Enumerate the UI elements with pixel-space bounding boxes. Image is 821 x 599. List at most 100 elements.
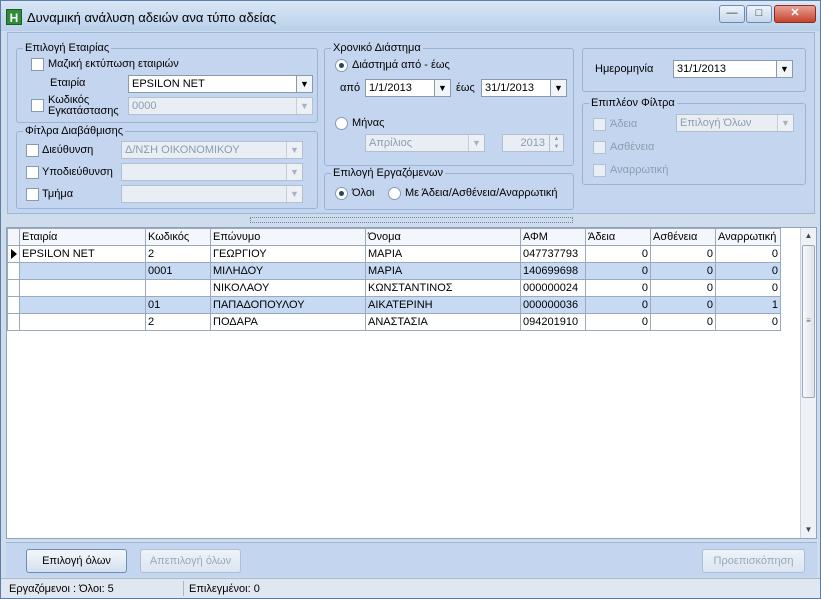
table-row[interactable]: EPSILON NET 2 ΓΕΩΡΓΙΟΥ ΜΑΡΙΑ 047737793 0 0 0 xyxy=(7,245,781,263)
table-cell[interactable]: 0 xyxy=(650,313,716,331)
company-select[interactable]: EPSILON NET ▼ xyxy=(128,75,313,93)
subdirection-select[interactable]: ▼ xyxy=(121,163,303,181)
table-cell[interactable] xyxy=(19,279,146,297)
table-cell[interactable]: ΑΙΚΑΤΕΡΙΝΗ xyxy=(365,296,521,314)
to-date-picker[interactable]: 31/1/2013 ▼ xyxy=(481,79,567,97)
table-cell[interactable]: 140699698 xyxy=(520,262,586,280)
row-indicator[interactable] xyxy=(7,313,20,331)
sick-leave-label: Αναρρωτική xyxy=(610,164,669,176)
table-cell[interactable]: ΝΙΚΟΛΑΟΥ xyxy=(210,279,366,297)
with-leave-radio[interactable] xyxy=(388,187,401,200)
table-cell[interactable]: 000000036 xyxy=(520,296,586,314)
direction-label: Διεύθυνση xyxy=(42,144,94,156)
row-indicator[interactable] xyxy=(7,279,20,297)
table-cell[interactable]: ΜΙΛΗΔΟΥ xyxy=(210,262,366,280)
department-select[interactable]: ▼ xyxy=(121,185,303,203)
window-title: Δυναμική ανάλυση αδειών ανα τύπο αδείας xyxy=(27,10,277,25)
leave-checkbox[interactable] xyxy=(593,118,606,131)
month-value: Απρίλιος xyxy=(369,137,412,149)
table-cell[interactable]: 0001 xyxy=(145,262,211,280)
column-header[interactable]: Ασθένεια xyxy=(650,228,716,246)
table-cell[interactable]: 094201910 xyxy=(520,313,586,331)
table-cell[interactable]: 0 xyxy=(585,313,651,331)
scroll-thumb[interactable]: ≡ xyxy=(802,245,815,398)
column-header[interactable]: Αναρρωτική xyxy=(715,228,781,246)
table-cell[interactable]: 2 xyxy=(145,245,211,263)
install-code-select[interactable]: 0000 ▼ xyxy=(128,97,313,115)
direction-checkbox[interactable] xyxy=(26,144,39,157)
subdirection-label: Υποδιεύθυνση xyxy=(42,166,113,178)
panel-splitter[interactable] xyxy=(250,217,573,223)
table-cell[interactable]: 1 xyxy=(715,296,781,314)
leave-type-select[interactable]: Επιλογή Όλων ▼ xyxy=(676,114,794,132)
subdirection-checkbox[interactable] xyxy=(26,166,39,179)
table-cell[interactable]: 0 xyxy=(650,296,716,314)
table-cell[interactable] xyxy=(19,262,146,280)
scroll-up-icon[interactable]: ▲ xyxy=(801,228,816,244)
table-row[interactable]: 01 ΠΑΠΑΔΟΠΟΥΛΟΥ ΑΙΚΑΤΕΡΙΝΗ 000000036 0 0 1 xyxy=(7,296,781,314)
table-cell[interactable]: ΜΑΡΙΑ xyxy=(365,245,521,263)
table-cell[interactable]: 0 xyxy=(585,262,651,280)
table-cell[interactable] xyxy=(19,313,146,331)
date-picker[interactable]: 31/1/2013 ▼ xyxy=(673,60,793,78)
table-cell[interactable]: 01 xyxy=(145,296,211,314)
table-cell[interactable]: 0 xyxy=(650,245,716,263)
table-cell[interactable]: 0 xyxy=(585,245,651,263)
table-cell[interactable]: 0 xyxy=(650,279,716,297)
deselect-all-button[interactable]: Απεπιλογή όλων xyxy=(140,549,241,573)
chevron-down-icon: ▼ xyxy=(434,80,450,96)
month-select[interactable]: Απρίλιος ▼ xyxy=(365,134,485,152)
scroll-down-icon[interactable]: ▼ xyxy=(801,522,816,538)
close-button[interactable]: ✕ xyxy=(774,5,816,23)
all-employees-radio[interactable] xyxy=(335,187,348,200)
table-cell[interactable]: 0 xyxy=(715,262,781,280)
table-cell[interactable]: ΠΑΠΑΔΟΠΟΥΛΟΥ xyxy=(210,296,366,314)
table-cell[interactable]: 0 xyxy=(715,245,781,263)
range-radio[interactable] xyxy=(335,59,348,72)
month-radio[interactable] xyxy=(335,117,348,130)
column-header[interactable]: Εταιρία xyxy=(19,228,146,246)
column-header[interactable]: Άδεια xyxy=(585,228,651,246)
from-date-picker[interactable]: 1/1/2013 ▼ xyxy=(365,79,451,97)
row-indicator[interactable] xyxy=(7,296,20,314)
table-cell[interactable]: ΓΕΩΡΓΙΟΥ xyxy=(210,245,366,263)
install-code-checkbox[interactable] xyxy=(31,99,44,112)
table-cell[interactable]: 047737793 xyxy=(520,245,586,263)
preview-button[interactable]: Προεπισκόπηση xyxy=(702,549,805,573)
row-indicator[interactable] xyxy=(7,262,20,280)
table-cell[interactable]: 2 xyxy=(145,313,211,331)
sick-leave-checkbox[interactable] xyxy=(593,164,606,177)
table-cell[interactable]: 0 xyxy=(650,262,716,280)
year-spinner[interactable]: 2013 ▲ ▼ xyxy=(502,134,564,152)
column-header[interactable]: Κωδικός xyxy=(145,228,211,246)
table-cell[interactable]: ΜΑΡΙΑ xyxy=(365,262,521,280)
minimize-button[interactable]: — xyxy=(719,5,745,23)
column-header[interactable]: Επώνυμο xyxy=(210,228,366,246)
table-row[interactable]: 2 ΠΟΔΑΡΑ ΑΝΑΣΤΑΣΙΑ 094201910 0 0 0 xyxy=(7,313,781,331)
table-cell[interactable] xyxy=(145,279,211,297)
table-cell[interactable]: ΚΩΝΣΤΑΝΤΙΝΟΣ xyxy=(365,279,521,297)
vertical-scrollbar[interactable]: ▲ ≡ ▼ xyxy=(800,228,816,538)
table-row[interactable]: ΝΙΚΟΛΑΟΥ ΚΩΝΣΤΑΝΤΙΝΟΣ 000000024 0 0 0 xyxy=(7,279,781,297)
table-cell[interactable]: 0 xyxy=(715,313,781,331)
direction-select[interactable]: Δ/ΝΣΗ ΟΙΚΟΝΟΜΙΚΟΥ ▼ xyxy=(121,141,303,159)
table-cell[interactable]: 000000024 xyxy=(520,279,586,297)
table-cell[interactable] xyxy=(19,296,146,314)
sickness-checkbox[interactable] xyxy=(593,141,606,154)
row-indicator[interactable] xyxy=(7,245,20,263)
table-cell[interactable]: 0 xyxy=(715,279,781,297)
table-cell[interactable]: 0 xyxy=(585,296,651,314)
company-label: Εταιρία xyxy=(50,77,86,89)
maximize-button[interactable]: □ xyxy=(746,5,772,23)
table-cell[interactable]: ΑΝΑΣΤΑΣΙΑ xyxy=(365,313,521,331)
table-cell[interactable]: ΠΟΔΑΡΑ xyxy=(210,313,366,331)
mass-print-checkbox[interactable] xyxy=(31,58,44,71)
select-all-button[interactable]: Επιλογή όλων xyxy=(26,549,127,573)
table-cell[interactable]: 0 xyxy=(585,279,651,297)
column-header[interactable]: ΑΦΜ xyxy=(520,228,586,246)
column-header[interactable]: Όνομα xyxy=(365,228,521,246)
table-cell[interactable]: EPSILON NET xyxy=(19,245,146,263)
department-checkbox[interactable] xyxy=(26,188,39,201)
chevron-down-icon: ▼ xyxy=(776,61,792,77)
table-row[interactable]: 0001 ΜΙΛΗΔΟΥ ΜΑΡΙΑ 140699698 0 0 0 xyxy=(7,262,781,280)
